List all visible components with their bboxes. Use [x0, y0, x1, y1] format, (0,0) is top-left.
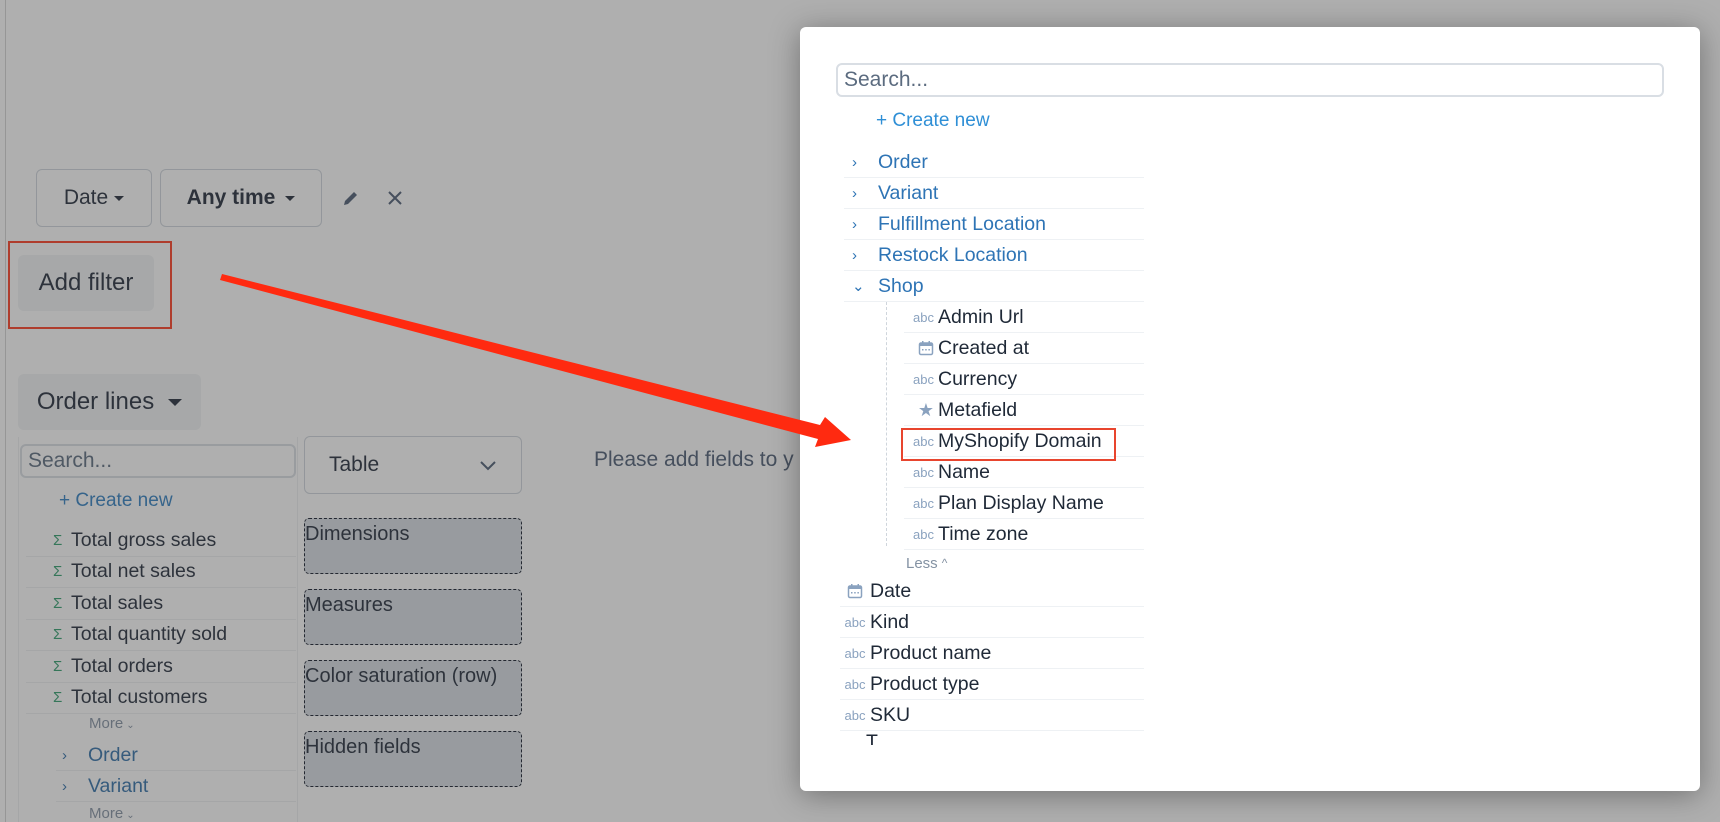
field-label: Name	[938, 460, 991, 483]
text-type-icon: abc	[913, 371, 934, 387]
field-plan-display-name[interactable]: abc Plan Display Name	[904, 488, 1144, 519]
field-kind[interactable]: abc Kind	[840, 607, 1144, 638]
tree-group-variant[interactable]: › Variant	[844, 178, 1144, 209]
group-label: Fulfillment Location	[878, 212, 1046, 235]
text-type-icon: abc	[913, 309, 934, 325]
field-label: Kind	[870, 610, 910, 633]
chevron-right-icon: ›	[852, 246, 857, 264]
field-truncated[interactable]: T	[840, 731, 1144, 745]
field-label: Plan Display Name	[938, 491, 1104, 514]
tree-group-shop[interactable]: ⌄ Shop	[844, 271, 1144, 302]
tree-group-fulfillment-location[interactable]: › Fulfillment Location	[844, 209, 1144, 240]
field-label: Created at	[938, 336, 1030, 359]
field-sku[interactable]: abc SKU	[840, 700, 1144, 731]
text-type-icon: abc	[844, 645, 866, 661]
field-created-at[interactable]: Created at	[904, 333, 1144, 364]
chevron-right-icon: ›	[852, 153, 857, 171]
field-label: T	[866, 731, 878, 745]
field-label: Metafield	[938, 398, 1018, 421]
field-name[interactable]: abc Name	[904, 457, 1144, 488]
less-link[interactable]: Less ^	[904, 550, 1144, 576]
text-type-icon: abc	[844, 614, 866, 630]
field-product-name[interactable]: abc Product name	[840, 638, 1144, 669]
star-icon: ★	[917, 399, 934, 420]
field-label: Currency	[938, 367, 1018, 390]
field-label: Product type	[870, 672, 980, 695]
tree-group-order[interactable]: › Order	[844, 147, 1144, 178]
field-admin-url[interactable]: abc Admin Url	[904, 302, 1144, 333]
tree-guide-line	[886, 302, 887, 546]
field-currency[interactable]: abc Currency	[904, 364, 1144, 395]
group-label: Order	[878, 150, 928, 173]
text-type-icon: abc	[844, 707, 866, 723]
text-type-icon: abc	[913, 495, 934, 511]
text-type-icon: abc	[844, 676, 866, 692]
group-label: Variant	[878, 181, 939, 204]
calendar-icon	[904, 340, 934, 356]
tree-group-restock-location[interactable]: › Restock Location	[844, 240, 1144, 271]
chevron-down-icon: ⌄	[852, 278, 865, 295]
modal-create-new-link[interactable]: + Create new	[876, 110, 990, 132]
modal-search-placeholder: Search...	[844, 68, 929, 91]
field-time-zone[interactable]: abc Time zone	[904, 519, 1144, 550]
group-label: Shop	[878, 274, 924, 297]
modal-search-input[interactable]: Search...	[836, 63, 1664, 97]
field-label: Admin Url	[938, 305, 1024, 328]
text-type-icon: abc	[913, 526, 934, 542]
field-date[interactable]: Date	[840, 576, 1144, 607]
field-label: Date	[870, 579, 912, 602]
text-type-icon: abc	[913, 464, 934, 480]
annotation-highlight-myshopify-domain	[901, 428, 1116, 461]
field-product-type[interactable]: abc Product type	[840, 669, 1144, 700]
chevron-right-icon: ›	[852, 184, 857, 202]
field-label: SKU	[870, 703, 911, 726]
field-picker-modal: Search... + Create new › Order › Variant ›…	[800, 27, 1700, 791]
chevron-up-icon: ^	[941, 556, 948, 570]
field-label: Product name	[870, 641, 992, 664]
group-label: Restock Location	[878, 243, 1028, 266]
field-metafield[interactable]: ★ Metafield	[904, 395, 1144, 426]
calendar-icon	[840, 583, 870, 599]
less-label: Less	[906, 554, 938, 572]
field-label: Time zone	[938, 522, 1029, 545]
chevron-right-icon: ›	[852, 215, 857, 233]
